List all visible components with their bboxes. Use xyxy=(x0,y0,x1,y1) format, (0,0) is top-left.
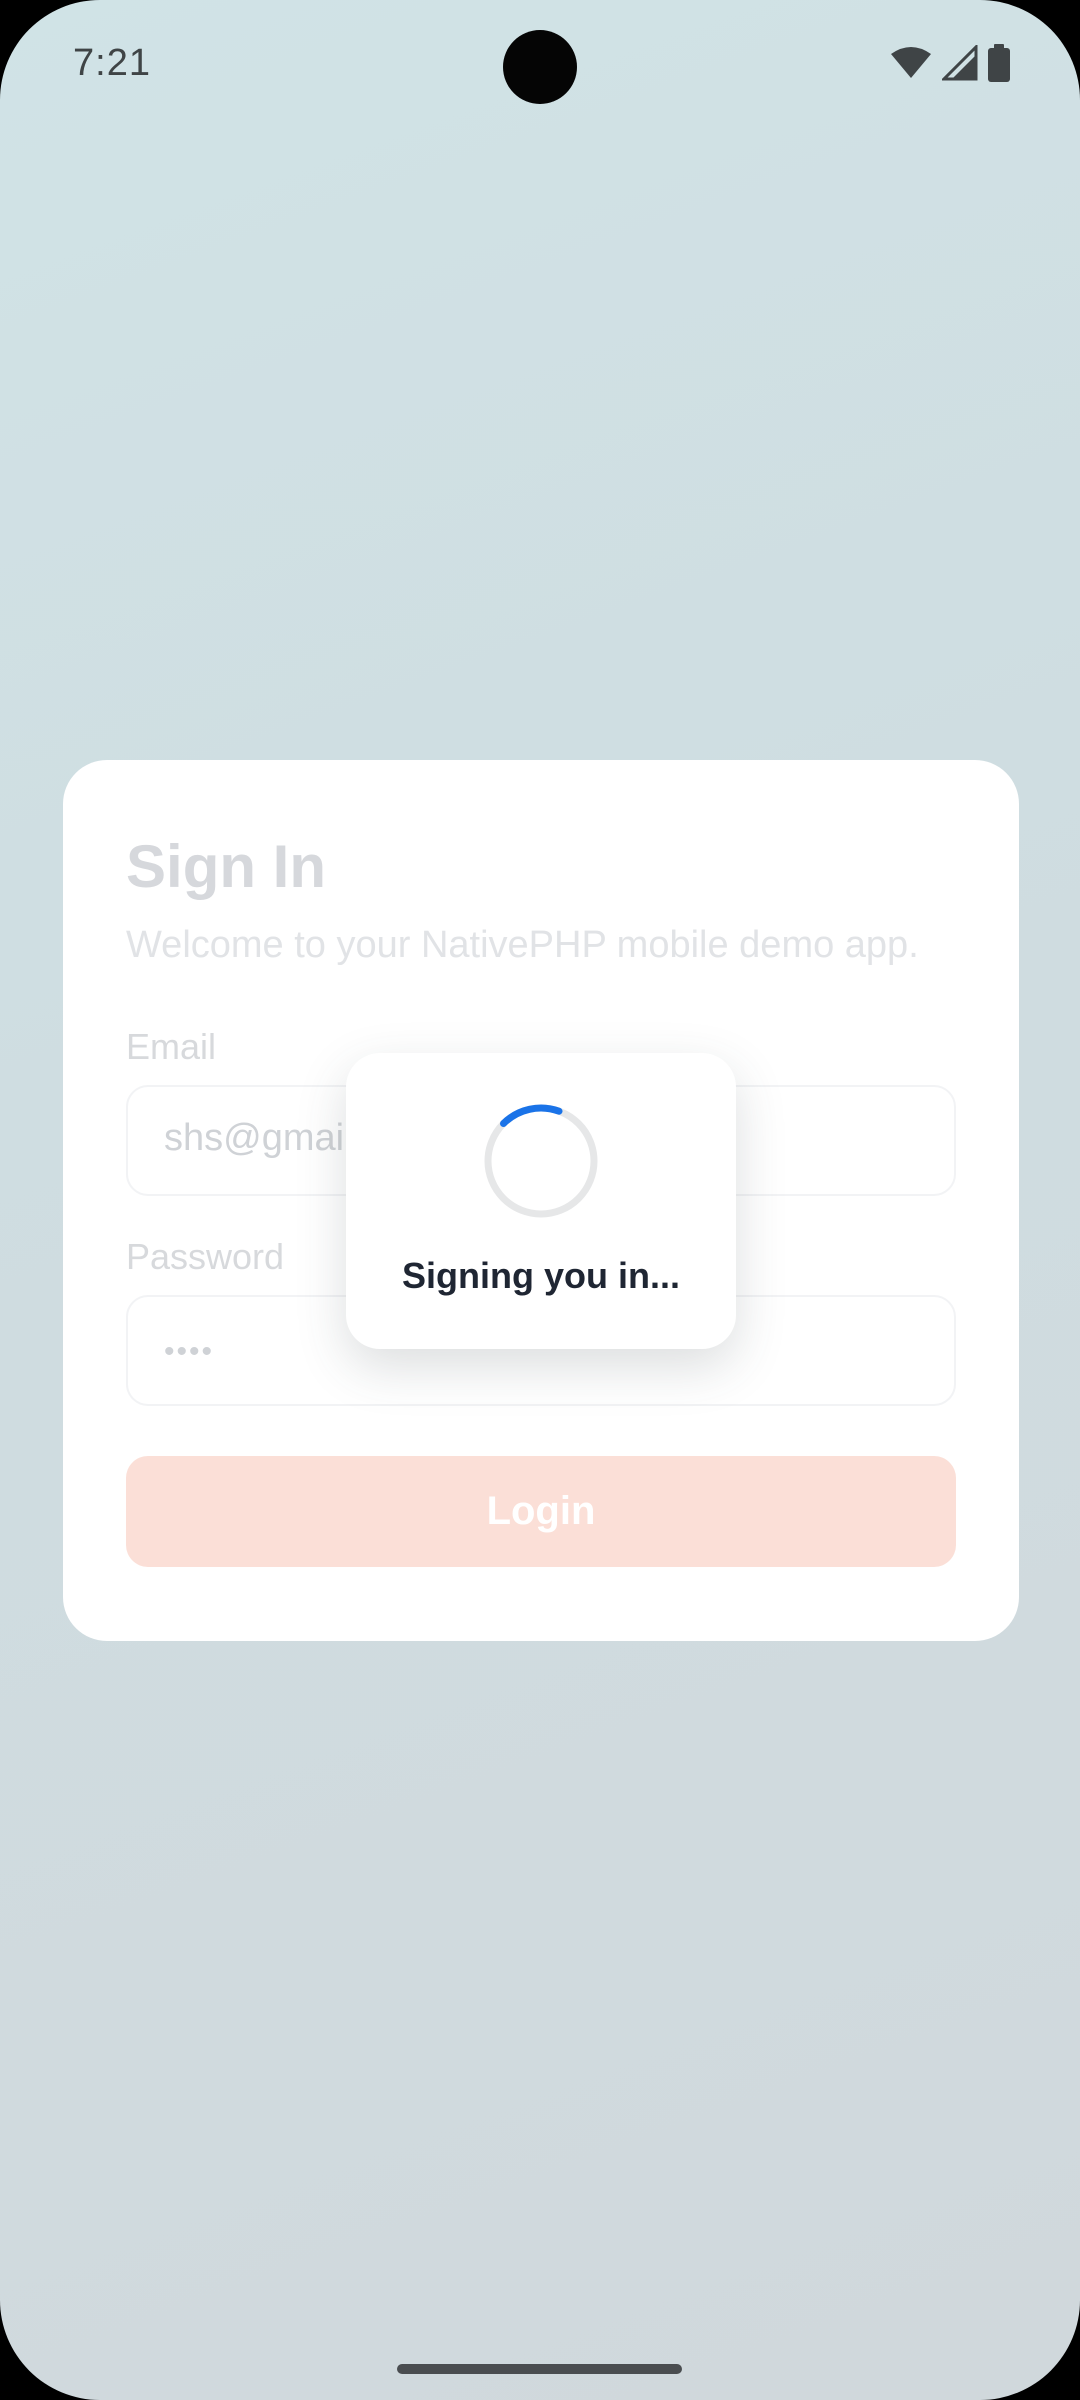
page-title: Sign In xyxy=(126,833,326,900)
camera-cutout xyxy=(503,30,577,104)
login-button[interactable]: Login xyxy=(126,1456,956,1567)
loading-spinner-icon xyxy=(484,1104,598,1218)
password-value: •••• xyxy=(164,1335,215,1368)
loading-dialog: Signing you in... xyxy=(346,1053,736,1349)
home-indicator[interactable] xyxy=(397,2364,682,2374)
status-icons xyxy=(890,44,1010,82)
cell-signal-icon xyxy=(942,45,978,81)
status-time: 7:21 xyxy=(73,42,151,84)
app-screen: 7:21 Sign In Welcome to your NativePHP m… xyxy=(0,0,1080,2400)
wifi-icon xyxy=(890,46,932,80)
battery-icon xyxy=(988,44,1010,82)
email-value: shs@gmai xyxy=(164,1117,345,1159)
page-subtitle: Welcome to your NativePHP mobile demo ap… xyxy=(126,924,919,966)
email-label: Email xyxy=(126,1026,217,1067)
loading-message: Signing you in... xyxy=(402,1255,680,1296)
password-label: Password xyxy=(126,1236,285,1277)
